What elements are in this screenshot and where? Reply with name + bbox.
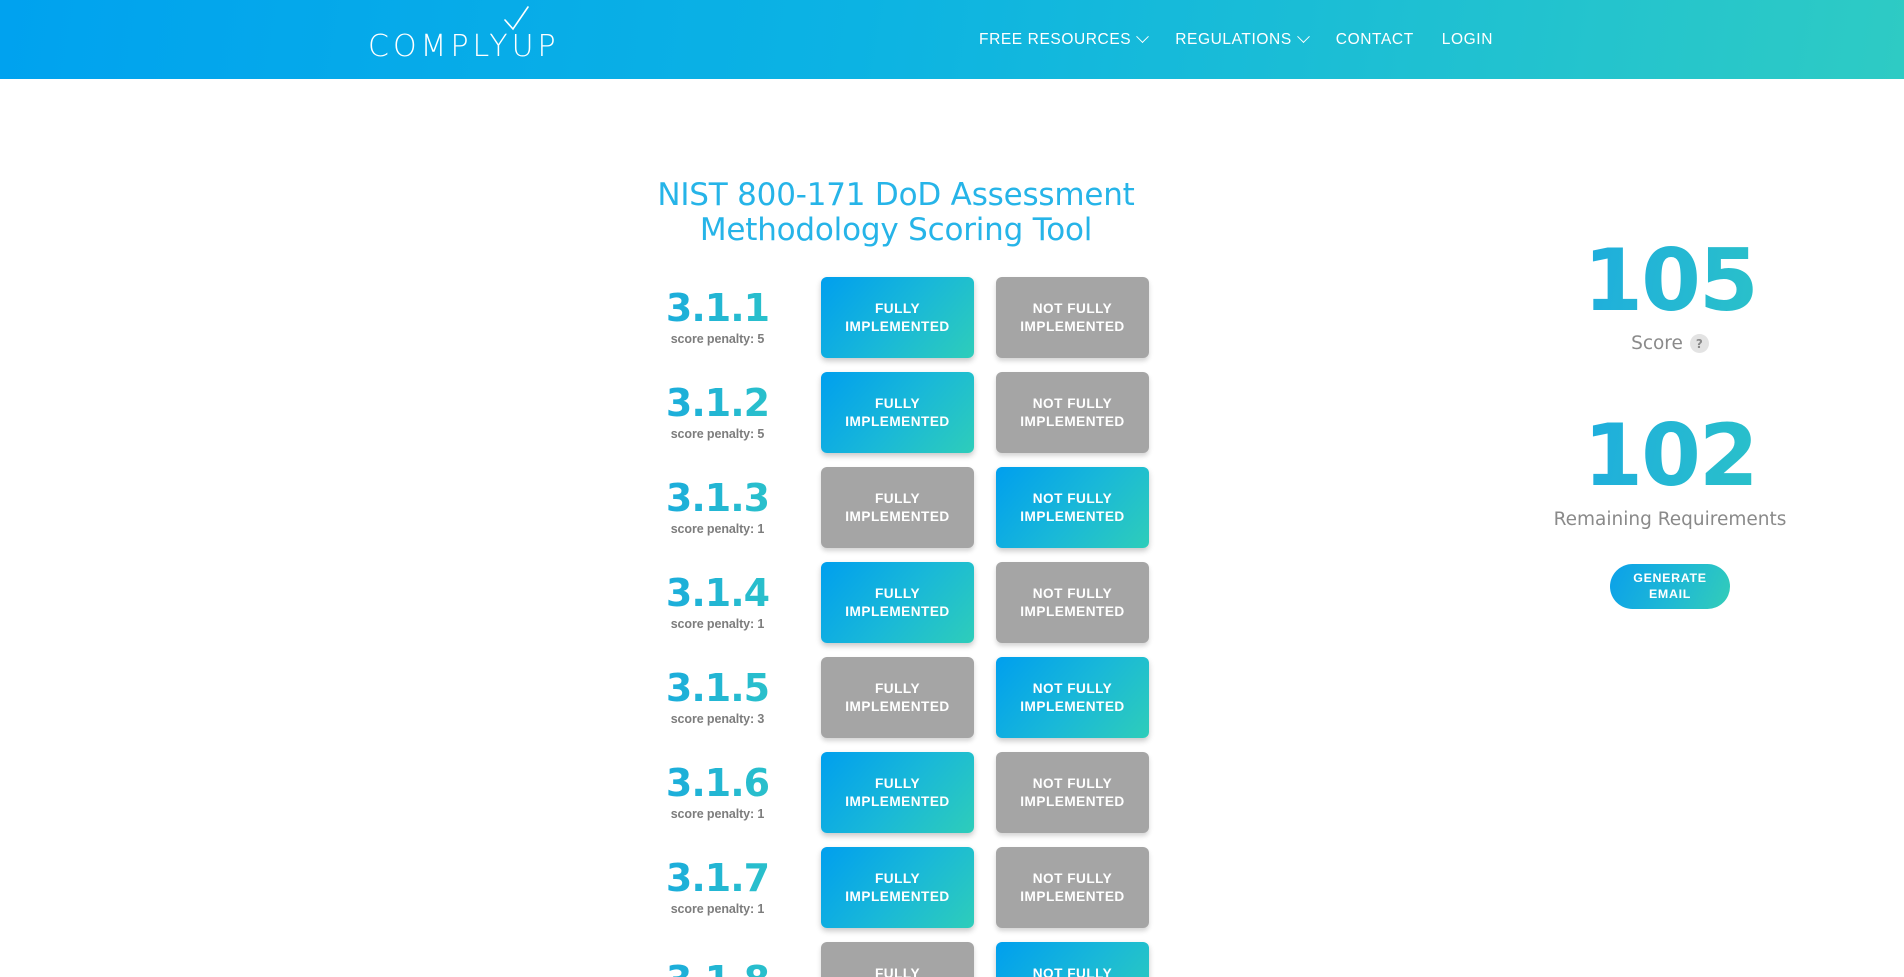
score-penalty-label: score penalty: 1 [670,902,765,917]
requirement-row: 3.1.7 score penalty: 1 FULLY IMPLEMENTED NO… [636,840,1156,935]
requirement-id-cell: 3.1.7 score penalty: 1 [636,859,821,917]
fully-implemented-button[interactable]: FULLY IMPLEMENTED [821,562,974,644]
not-fully-implemented-button[interactable]: NOT FULLY IMPLEMENTED [996,372,1149,454]
main-navigation: FREE RESOURCES REGULATIONS CONTACT LOGIN [0,30,1904,49]
requirement-row: 3.1.2 score penalty: 5 FULLY IMPLEMENTED NO… [636,365,1156,460]
chevron-down-icon [1136,30,1150,44]
nav-item-login[interactable]: LOGIN [1428,31,1507,49]
requirement-id-cell: 3.1.2 score penalty: 5 [636,384,821,442]
requirement-id: 3.1.4 [636,574,799,614]
fully-implemented-button[interactable]: FULLY IMPLEMENTED [821,372,974,454]
remaining-label: Remaining Requirements [1553,508,1787,530]
requirement-id: 3.1.8 [636,961,799,977]
requirement-id: 3.1.6 [636,764,799,804]
remaining-requirements-block: 102 Remaining Requirements [1520,413,1820,531]
requirement-id: 3.1.3 [636,479,799,519]
generate-email-button[interactable]: GENERATE EMAIL [1610,563,1730,610]
score-label-row: Score ? [1520,333,1820,354]
fully-implemented-button[interactable]: FULLY IMPLEMENTED [821,752,974,834]
requirement-row: 3.1.4 score penalty: 1 FULLY IMPLEMENTED NO… [636,555,1156,650]
requirement-id-cell: 3.1.5 score penalty: 3 [636,669,821,727]
score-panel: 105 Score ? 102 Remaining Requirements G… [1520,238,1820,610]
requirement-id: 3.1.1 [636,289,799,329]
score-penalty-label: score penalty: 1 [670,617,765,632]
fully-implemented-button[interactable]: FULLY IMPLEMENTED [821,277,974,359]
score-penalty-label: score penalty: 5 [670,427,765,442]
page-body: NIST 800-171 DoD Assessment Methodology … [0,79,1904,977]
requirement-id-cell: 3.1.4 score penalty: 1 [636,574,821,632]
not-fully-implemented-button[interactable]: NOT FULLY IMPLEMENTED [996,467,1149,549]
requirement-id-cell: 3.1.8 [636,961,821,977]
nav-item-free-resources[interactable]: FREE RESOURCES [965,30,1161,49]
requirement-row: 3.1.3 score penalty: 1 FULLY IMPLEMENTED NO… [636,460,1156,555]
score-value: 105 [1520,238,1820,324]
nav-item-regulations[interactable]: REGULATIONS [1161,30,1322,49]
not-fully-implemented-button[interactable]: NOT FULLY IMPLEMENTED [996,847,1149,929]
fully-implemented-button[interactable]: FULLY IMPLEMENTED [821,657,974,739]
help-icon[interactable]: ? [1689,334,1709,354]
requirement-row: 3.1.1 score penalty: 5 FULLY IMPLEMENTED NO… [636,270,1156,365]
requirement-row: 3.1.6 score penalty: 1 FULLY IMPLEMENTED NO… [636,745,1156,840]
nav-item-label: REGULATIONS [1175,30,1292,48]
requirement-id: 3.1.7 [636,859,799,899]
nav-item-contact[interactable]: CONTACT [1322,31,1428,49]
not-fully-implemented-button[interactable]: NOT FULLY IMPLEMENTED [996,277,1149,359]
remaining-value: 102 [1520,413,1820,499]
scoring-tool: NIST 800-171 DoD Assessment Methodology … [636,178,1156,977]
page-title: NIST 800-171 DoD Assessment Methodology … [657,177,1135,248]
not-fully-implemented-button[interactable]: NOT FULLY IMPLEMENTED [996,562,1149,644]
fully-implemented-button[interactable]: FULLY IMPLEMENTED [821,467,974,549]
nav-item-label: FREE RESOURCES [979,30,1132,48]
chevron-down-icon [1296,30,1310,44]
requirement-row: 3.1.5 score penalty: 3 FULLY IMPLEMENTED NO… [636,650,1156,745]
not-fully-implemented-button[interactable]: NOT FULLY IMPLEMENTED [996,942,1149,977]
nav-item-label: LOGIN [1441,30,1493,48]
nav-item-label: CONTACT [1335,30,1414,48]
requirement-row: 3.1.8 FULLY IMPLEMENTED NOT FULLY IMPLEMEN… [636,935,1156,977]
requirement-id-cell: 3.1.6 score penalty: 1 [636,764,821,822]
requirement-list: 3.1.1 score penalty: 5 FULLY IMPLEMENTED NO… [636,270,1156,977]
not-fully-implemented-button[interactable]: NOT FULLY IMPLEMENTED [996,752,1149,834]
fully-implemented-button[interactable]: FULLY IMPLEMENTED [821,847,974,929]
score-penalty-label: score penalty: 5 [670,332,765,347]
requirement-id: 3.1.5 [636,669,799,709]
site-header: COMPLYUP FREE RESOURCES REGULATIONS CONT… [0,0,1904,79]
score-penalty-label: score penalty: 3 [670,712,765,727]
score-penalty-label: score penalty: 1 [670,807,765,822]
requirement-id-cell: 3.1.1 score penalty: 5 [636,289,821,347]
requirement-id-cell: 3.1.3 score penalty: 1 [636,479,821,537]
score-penalty-label: score penalty: 1 [670,522,765,537]
fully-implemented-button[interactable]: FULLY IMPLEMENTED [821,942,974,977]
not-fully-implemented-button[interactable]: NOT FULLY IMPLEMENTED [996,657,1149,739]
score-label: Score [1631,333,1683,355]
requirement-id: 3.1.2 [636,384,799,424]
